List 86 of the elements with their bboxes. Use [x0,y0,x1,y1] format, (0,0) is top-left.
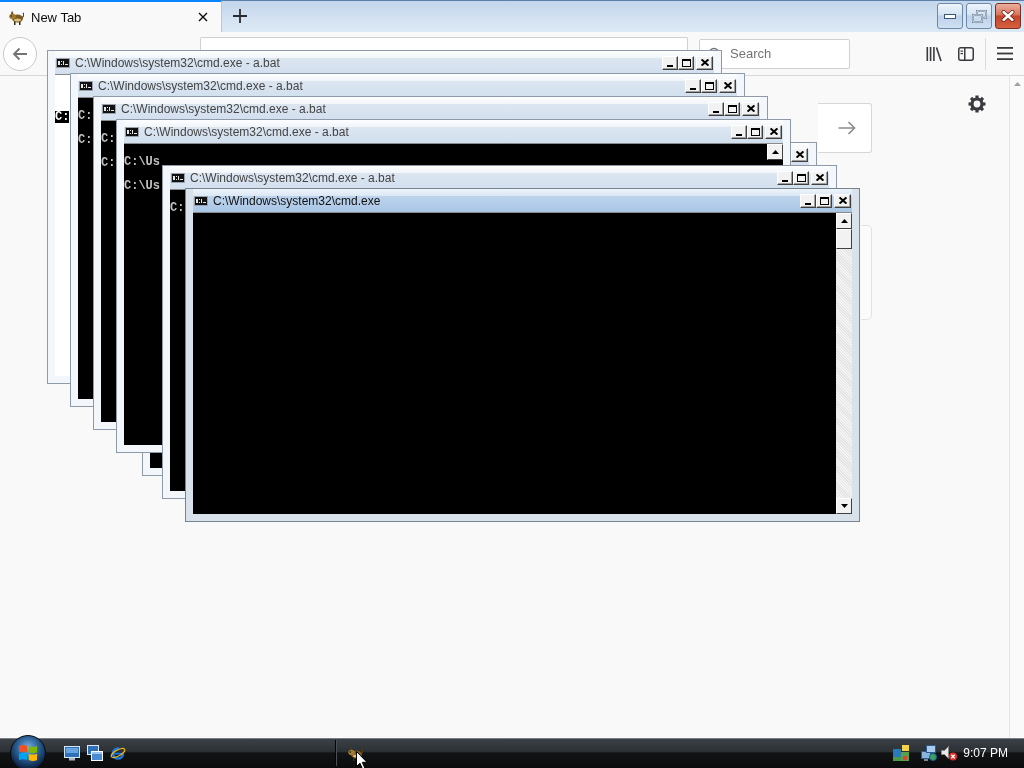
start-button[interactable] [10,735,46,768]
console-icon [125,126,139,137]
scroll-up-button[interactable] [767,144,783,160]
scroll-thumb[interactable] [836,229,852,249]
mouse-pointer-icon [356,751,368,768]
back-button[interactable] [3,36,37,71]
speaker-muted-icon [941,745,958,761]
back-arrow-icon [12,46,28,61]
minimize-icon [736,133,742,136]
scrollbar[interactable] [1009,76,1024,738]
close-icon [198,12,208,22]
maximize-button[interactable] [816,193,832,208]
minimize-icon [690,87,696,90]
switch-windows-button[interactable] [87,745,103,761]
e-logo-icon [110,745,126,761]
sidebar-icon [958,46,974,61]
close-icon [723,82,732,89]
colored-squares-icon [893,745,910,761]
close-icon [746,105,755,112]
down-triangle-icon [840,504,848,508]
window-title: C:\Windows\system32\cmd.exe - a.bat [75,55,280,70]
up-triangle-icon [771,150,779,154]
close-button[interactable] [995,3,1021,29]
settings-icon [968,95,986,113]
maximize-icon [819,196,829,205]
arrow-right-icon [838,121,856,135]
maximize-icon [727,104,737,113]
show-desktop-button[interactable] [64,745,80,761]
console-line: C: [101,157,116,169]
maximize-icon [704,81,714,90]
console-line: C:\Us [124,156,160,168]
console-icon [56,57,70,68]
scroll-down-button[interactable] [836,498,852,514]
maximize-icon [796,173,806,182]
minimize-icon [713,110,719,113]
minimize-button[interactable] [937,3,963,29]
close-icon [815,174,824,181]
console-line: C: [78,134,93,146]
settings-button[interactable] [966,93,988,115]
animal-icon [8,9,24,25]
clock: 9:07 PM [963,746,1008,760]
library-icon [926,45,942,62]
close-icon [1001,10,1015,22]
scroll-up-button[interactable] [836,213,852,229]
up-triangle-icon [1013,82,1021,86]
console-icon [79,80,93,91]
desktop-icon [64,745,80,761]
maximize-button[interactable] [701,78,717,93]
maximize-button[interactable] [747,124,763,139]
maximize-icon [681,58,691,67]
up-triangle-icon [840,219,848,223]
browser-launch-button[interactable] [110,745,126,761]
search-field[interactable]: Search [699,38,850,69]
stacked-windows-icon [87,745,103,761]
close-icon [795,151,804,158]
console-line: C: [101,133,116,145]
console-line: C:\Us [124,180,160,192]
maximize-button[interactable] [678,55,694,70]
console-line: C: [170,202,185,214]
window-title: C:\Windows\system32\cmd.exe [213,193,381,208]
minimize-icon [944,13,956,19]
console-icon [171,172,185,183]
scrollbar[interactable] [836,213,852,514]
maximize-button[interactable] [793,170,809,185]
minimize-icon [782,179,788,182]
browser-tab[interactable]: New Tab [0,0,222,32]
network-icon [921,745,938,761]
restore-icon [971,9,987,23]
close-icon [769,128,778,135]
close-icon [700,59,709,66]
minimize-icon [805,202,811,205]
maximize-button[interactable] [724,101,740,116]
url-field[interactable] [200,37,688,50]
menu-icon [997,47,1013,60]
window-title: C:\Windows\system32\cmd.exe - a.bat [98,78,303,93]
minimize-icon [667,64,673,67]
close-icon [838,197,847,204]
maximize-icon [750,127,760,136]
console-icon [102,103,116,114]
window-title: C:\Windows\system32\cmd.exe - a.bat [121,101,326,116]
console-line: C: [78,110,93,122]
window-title: C:\Windows\system32\cmd.exe - a.bat [190,170,395,185]
flag-icon [18,744,38,762]
console-icon [194,195,208,206]
window-title: C:\Windows\system32\cmd.exe - a.bat [144,124,349,139]
plus-icon [233,9,247,23]
